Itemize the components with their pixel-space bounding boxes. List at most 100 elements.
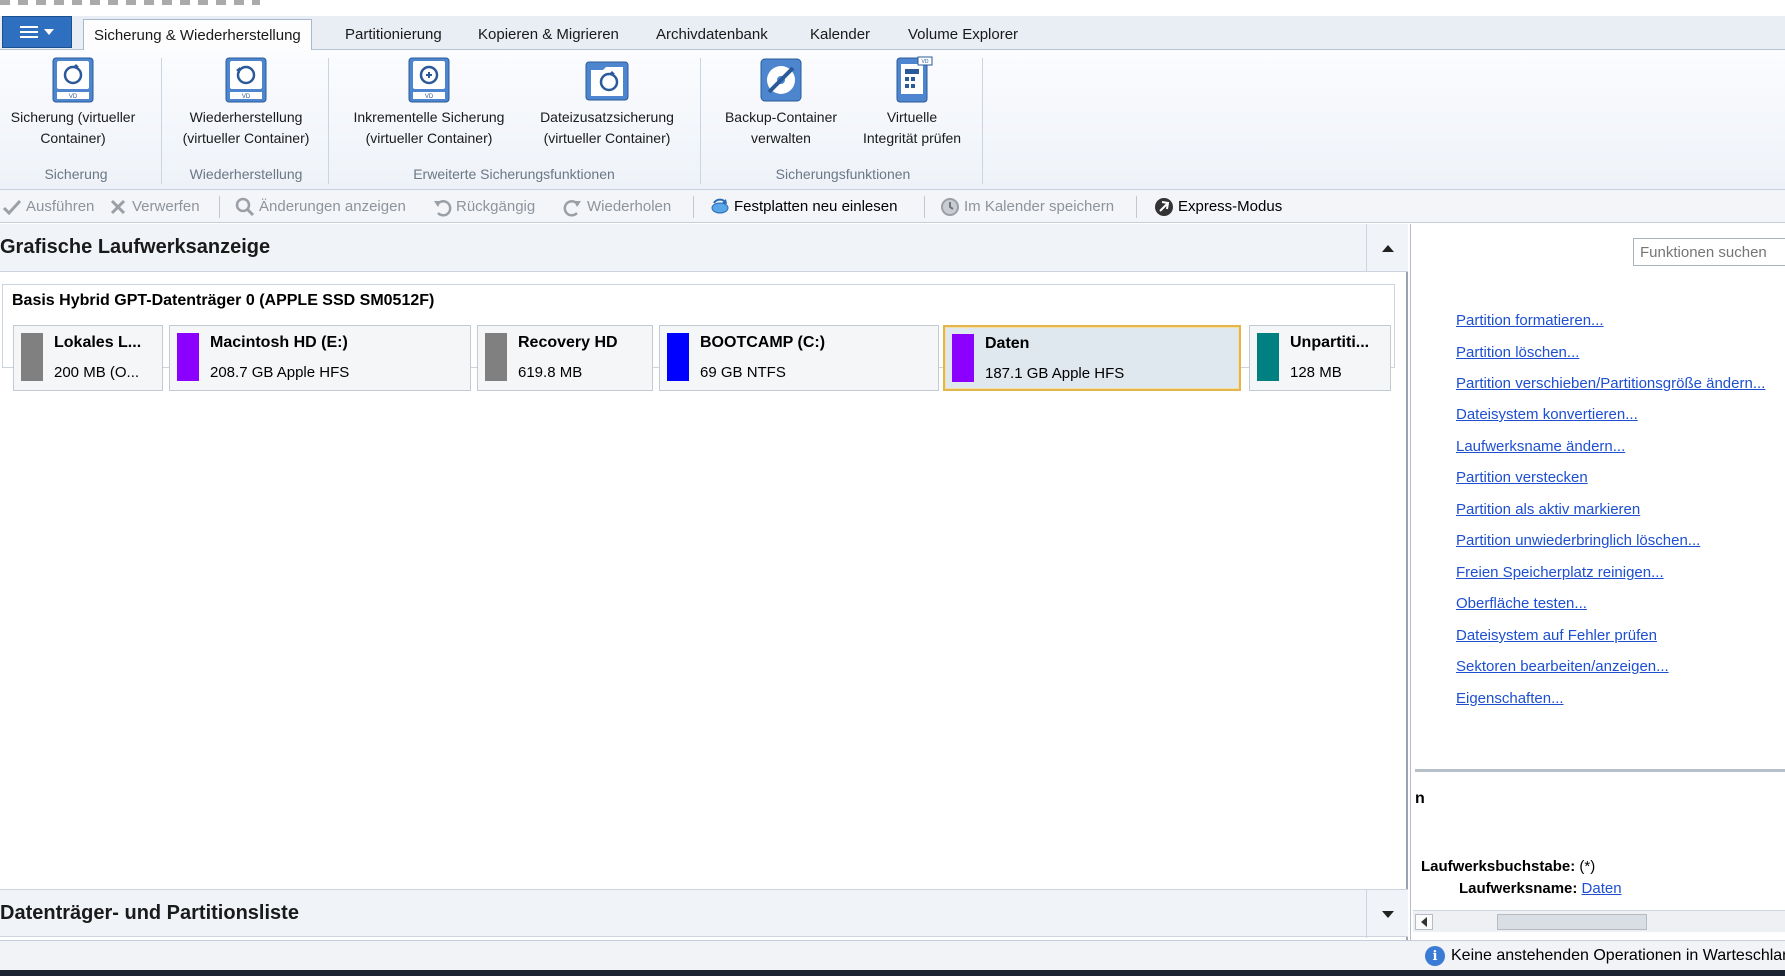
partition-name: Unpartiti... — [1290, 334, 1370, 351]
scrollbar-thumb[interactable] — [1497, 914, 1647, 930]
toolbar-separator — [219, 196, 220, 218]
rescan-label: Festplatten neu einlesen — [734, 198, 898, 215]
graphic-view-title: Grafische Laufwerksanzeige — [0, 236, 271, 258]
link-move-resize-partition[interactable]: Partition verschieben/Partitionsgröße än… — [1456, 375, 1765, 392]
partition-block[interactable]: Unpartiti... 128 MB — [1249, 325, 1391, 391]
redo-button[interactable]: Wiederholen — [563, 190, 671, 223]
partition-info: 69 GB NTFS — [700, 364, 786, 381]
incremental-backup-icon: VD — [408, 57, 450, 103]
redo-label: Wiederholen — [587, 198, 672, 215]
express-mode-button[interactable]: Express-Modus — [1154, 190, 1282, 223]
incremental-backup-button[interactable]: VD Inkrementelle Sicherung (virtueller C… — [340, 56, 518, 149]
discard-icon — [110, 199, 126, 214]
partition-color-bar — [952, 334, 974, 382]
drive-name-row: Laufwerksname: Daten — [1459, 880, 1622, 897]
link-change-label[interactable]: Laufwerksname ändern... — [1456, 438, 1625, 455]
link-edit-sectors[interactable]: Sektoren bearbeiten/anzeigen... — [1456, 658, 1669, 675]
window-title-bar — [0, 0, 1785, 16]
tab-copy-migrate[interactable]: Kopieren & Migrieren — [468, 19, 629, 50]
partition-name: Lokales L... — [54, 334, 142, 351]
partition-block[interactable]: Recovery HD 619.8 MB — [477, 325, 653, 391]
link-wipe-free-space[interactable]: Freien Speicherplatz reinigen... — [1456, 564, 1664, 581]
ribbon-separator — [328, 58, 329, 184]
left-pane: Grafische Laufwerksanzeige Basis Hybrid … — [0, 224, 1408, 940]
info-icon: i — [1425, 946, 1445, 966]
restore-label-line1: Wiederherstellung — [189, 109, 303, 125]
partition-list-header[interactable]: Datenträger- und Partitionsliste — [0, 889, 1408, 938]
tab-partitioning[interactable]: Partitionierung — [335, 19, 452, 50]
link-properties[interactable]: Eigenschaften... — [1456, 690, 1564, 707]
partition-info: 128 MB — [1290, 364, 1342, 381]
graphic-view-collapse-button[interactable] — [1366, 224, 1408, 272]
partition-name: Daten — [985, 335, 1030, 352]
save-to-calendar-button[interactable]: Im Kalender speichern — [940, 190, 1114, 223]
properties-divider — [1415, 769, 1785, 772]
action-toolbar: Ausführen Verwerfen Änderungen anzeigen … — [0, 190, 1785, 223]
svg-text:VD: VD — [922, 59, 929, 65]
partition-list-expand-button[interactable] — [1366, 890, 1408, 938]
link-format-partition[interactable]: Partition formatieren... — [1456, 312, 1604, 329]
chevron-down-icon — [44, 29, 54, 35]
taskbar-edge — [0, 970, 1785, 976]
partition-color-bar — [1257, 333, 1279, 381]
show-changes-button[interactable]: Änderungen anzeigen — [235, 190, 406, 223]
link-wipe-partition[interactable]: Partition unwiederbringlich löschen... — [1456, 532, 1700, 549]
ribbon-tab-bar: Sicherung & Wiederherstellung Partitioni… — [0, 16, 1785, 51]
clock-icon — [941, 197, 959, 216]
manage-label-line1: Backup-Container — [724, 109, 838, 125]
verify-virtual-integrity-button[interactable]: VD Virtuelle Integrität prüfen — [856, 56, 968, 149]
link-check-filesystem[interactable]: Dateisystem auf Fehler prüfen — [1456, 627, 1657, 644]
partition-block[interactable]: BOOTCAMP (C:) 69 GB NTFS — [659, 325, 939, 391]
backup-label-line1: Sicherung (virtueller — [10, 109, 136, 125]
tab-calendar[interactable]: Kalender — [800, 19, 880, 50]
checkmark-icon — [2, 199, 22, 215]
partition-info: 200 MB (O... — [54, 364, 140, 381]
undo-button[interactable]: Rückgängig — [432, 190, 535, 223]
group-label-advanced-backup: Erweiterte Sicherungsfunktionen — [413, 166, 615, 182]
ribbon-panel: VD Sicherung (virtueller Container) VD W… — [0, 50, 1785, 190]
undo-label: Rückgängig — [456, 198, 536, 215]
properties-horizontal-scrollbar[interactable] — [1413, 910, 1785, 932]
arrow-left-icon — [1421, 917, 1427, 927]
restore-virtual-container-button[interactable]: VD Wiederherstellung (virtueller Contain… — [170, 56, 322, 149]
partition-name: BOOTCAMP (C:) — [700, 334, 826, 351]
backup-virtual-container-button[interactable]: VD Sicherung (virtueller Container) — [0, 56, 146, 149]
scroll-left-button[interactable] — [1415, 914, 1433, 930]
file-addition-label-line1: Dateizusatzsicherung — [540, 109, 674, 125]
function-search-input[interactable] — [1633, 238, 1785, 266]
tab-backup-restore[interactable]: Sicherung & Wiederherstellung — [83, 19, 312, 51]
discard-label: Verwerfen — [132, 198, 200, 215]
manage-backup-container-button[interactable]: Backup-Container verwalten — [710, 56, 852, 149]
svg-text:VD: VD — [69, 94, 78, 100]
link-hide-partition[interactable]: Partition verstecken — [1456, 469, 1588, 486]
backup-disk-icon: VD — [52, 57, 94, 103]
graphic-view-header: Grafische Laufwerksanzeige — [0, 224, 1408, 272]
express-mode-label: Express-Modus — [1178, 198, 1283, 215]
partition-color-bar — [485, 333, 507, 381]
link-delete-partition[interactable]: Partition löschen... — [1456, 344, 1579, 361]
show-changes-label: Änderungen anzeigen — [259, 198, 406, 215]
group-label-restore: Wiederherstellung — [189, 166, 303, 182]
app-menu-button[interactable] — [2, 16, 72, 48]
partition-block[interactable]: Macintosh HD (E:) 208.7 GB Apple HFS — [169, 325, 471, 391]
partition-block-selected[interactable]: Daten 187.1 GB Apple HFS — [943, 325, 1241, 391]
link-convert-filesystem[interactable]: Dateisystem konvertieren... — [1456, 406, 1638, 423]
link-surface-test[interactable]: Oberfläche testen... — [1456, 595, 1587, 612]
properties-header: n — [1415, 790, 1425, 807]
drive-name-label: Laufwerksname: — [1459, 880, 1578, 897]
discard-button[interactable]: Verwerfen — [108, 190, 200, 223]
file-addition-backup-button[interactable]: Dateizusatzsicherung (virtueller Contain… — [526, 56, 688, 149]
disk-title: Basis Hybrid GPT-Datenträger 0 (APPLE SS… — [12, 292, 435, 309]
ribbon-separator — [700, 58, 701, 184]
tab-volume-explorer[interactable]: Volume Explorer — [898, 19, 1028, 50]
drive-name-link[interactable]: Daten — [1582, 880, 1622, 897]
apply-button[interactable]: Ausführen — [2, 190, 94, 223]
rescan-disks-button[interactable]: Festplatten neu einlesen — [710, 190, 897, 223]
partition-info: 619.8 MB — [518, 364, 583, 381]
save-calendar-label: Im Kalender speichern — [964, 198, 1115, 215]
link-set-active[interactable]: Partition als aktiv markieren — [1456, 501, 1640, 518]
tab-archive-database[interactable]: Archivdatenbank — [646, 19, 778, 50]
partition-block[interactable]: Lokales L... 200 MB (O... — [13, 325, 163, 391]
ribbon-separator — [161, 58, 162, 184]
incremental-label-line2: (virtueller Container) — [365, 130, 493, 146]
